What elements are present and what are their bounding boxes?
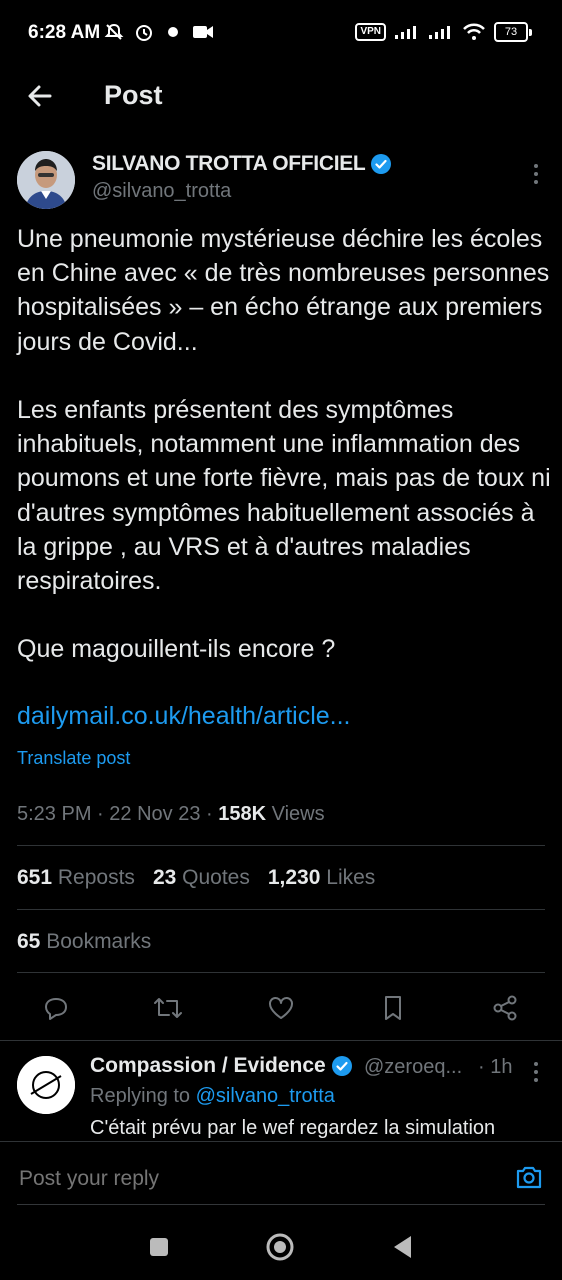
post-meta: 5:23 PM · 22 Nov 23 · 158K Views [17,803,325,825]
replying-to: Replying to @silvano_trotta [90,1085,335,1108]
reply-avatar[interactable] [17,1056,75,1114]
more-icon[interactable] [532,1060,540,1084]
home-icon[interactable] [265,1232,295,1262]
battery-icon: 73 [494,22,532,42]
verified-icon [371,154,392,174]
wifi-icon [463,23,485,40]
post-actions [0,988,562,1028]
reply-input[interactable] [17,1166,481,1192]
reply-composer [0,1141,562,1212]
post-header: Post [0,66,562,126]
author-name-text: SILVANO TROTTA OFFICIEL [92,152,366,175]
post-link[interactable]: dailymail.co.uk/health/article... [17,702,350,731]
reposts-stat[interactable]: 651 Reposts [17,866,135,890]
status-time: 6:28 AM [28,22,101,43]
bookmarks-count: 65 [17,930,41,953]
reply-icon[interactable] [36,988,76,1028]
system-nav-bar [0,1212,562,1280]
bookmarks-stat[interactable]: 65 Bookmarks [17,930,151,954]
post-stats: 651 Reposts 23 Quotes 1,230 Likes [17,866,375,890]
post-date: 22 Nov 23 [109,803,201,825]
alarm-icon [136,25,152,41]
author-handle[interactable]: @silvano_trotta [92,180,231,203]
vpn-badge: VPN [355,23,386,41]
likes-label: Likes [326,866,376,889]
author-name[interactable]: SILVANO TROTTA OFFICIEL [92,152,392,176]
more-icon[interactable] [532,162,540,186]
divider [0,1040,562,1041]
views-count: 158K [218,803,267,825]
back-arrow-icon[interactable] [24,80,56,112]
post-time: 5:23 PM [17,803,92,825]
reply-author-name-text: Compassion / Evidence [90,1054,326,1077]
quotes-stat[interactable]: 23 Quotes [153,866,250,890]
reply-time: · 1h [478,1056,513,1078]
like-icon[interactable] [261,988,301,1028]
quotes-label: Quotes [182,866,250,889]
recent-apps-icon[interactable] [144,1232,174,1262]
back-nav-icon[interactable] [388,1232,418,1262]
likes-count: 1,230 [267,866,321,889]
camera-icon[interactable] [514,1162,544,1192]
app-notification-icon [168,27,178,37]
views-label: Views [271,803,325,825]
divider [17,909,545,910]
reply-author-handle[interactable]: @zeroeq... [364,1056,462,1079]
translate-post-link[interactable]: Translate post [17,748,130,769]
reply-input-underline [17,1204,545,1205]
likes-stat[interactable]: 1,230 Likes [268,866,375,890]
mute-icon [104,23,124,40]
share-icon[interactable] [485,988,525,1028]
bookmark-icon[interactable] [373,988,413,1028]
divider [17,972,545,973]
post-text: Une pneumonie mystérieuse déchire les éc… [17,225,551,664]
verified-icon [331,1056,352,1076]
author-avatar[interactable] [17,151,75,209]
repost-icon[interactable] [148,988,188,1028]
quotes-count: 23 [152,866,177,889]
bookmarks-label: Bookmarks [46,930,152,953]
reposts-label: Reposts [57,866,135,889]
reposts-count: 651 [17,866,53,889]
video-icon [193,26,213,38]
replying-prefix: Replying to [90,1085,196,1107]
battery-level: 73 [494,22,528,42]
divider [17,845,545,846]
signal-icon-2 [429,26,450,39]
status-bar: 6:28 AM VPN 73 [0,0,562,66]
status-left-icons [104,22,214,42]
page-title: Post [104,80,163,110]
signal-icon [395,26,416,39]
reply-text: C'était prévu par le wef regardez la sim… [90,1117,496,1139]
reply-author-name[interactable]: Compassion / Evidence [90,1054,352,1078]
replying-handle[interactable]: @silvano_trotta [196,1085,335,1107]
status-right-icons: VPN 73 [355,22,532,42]
